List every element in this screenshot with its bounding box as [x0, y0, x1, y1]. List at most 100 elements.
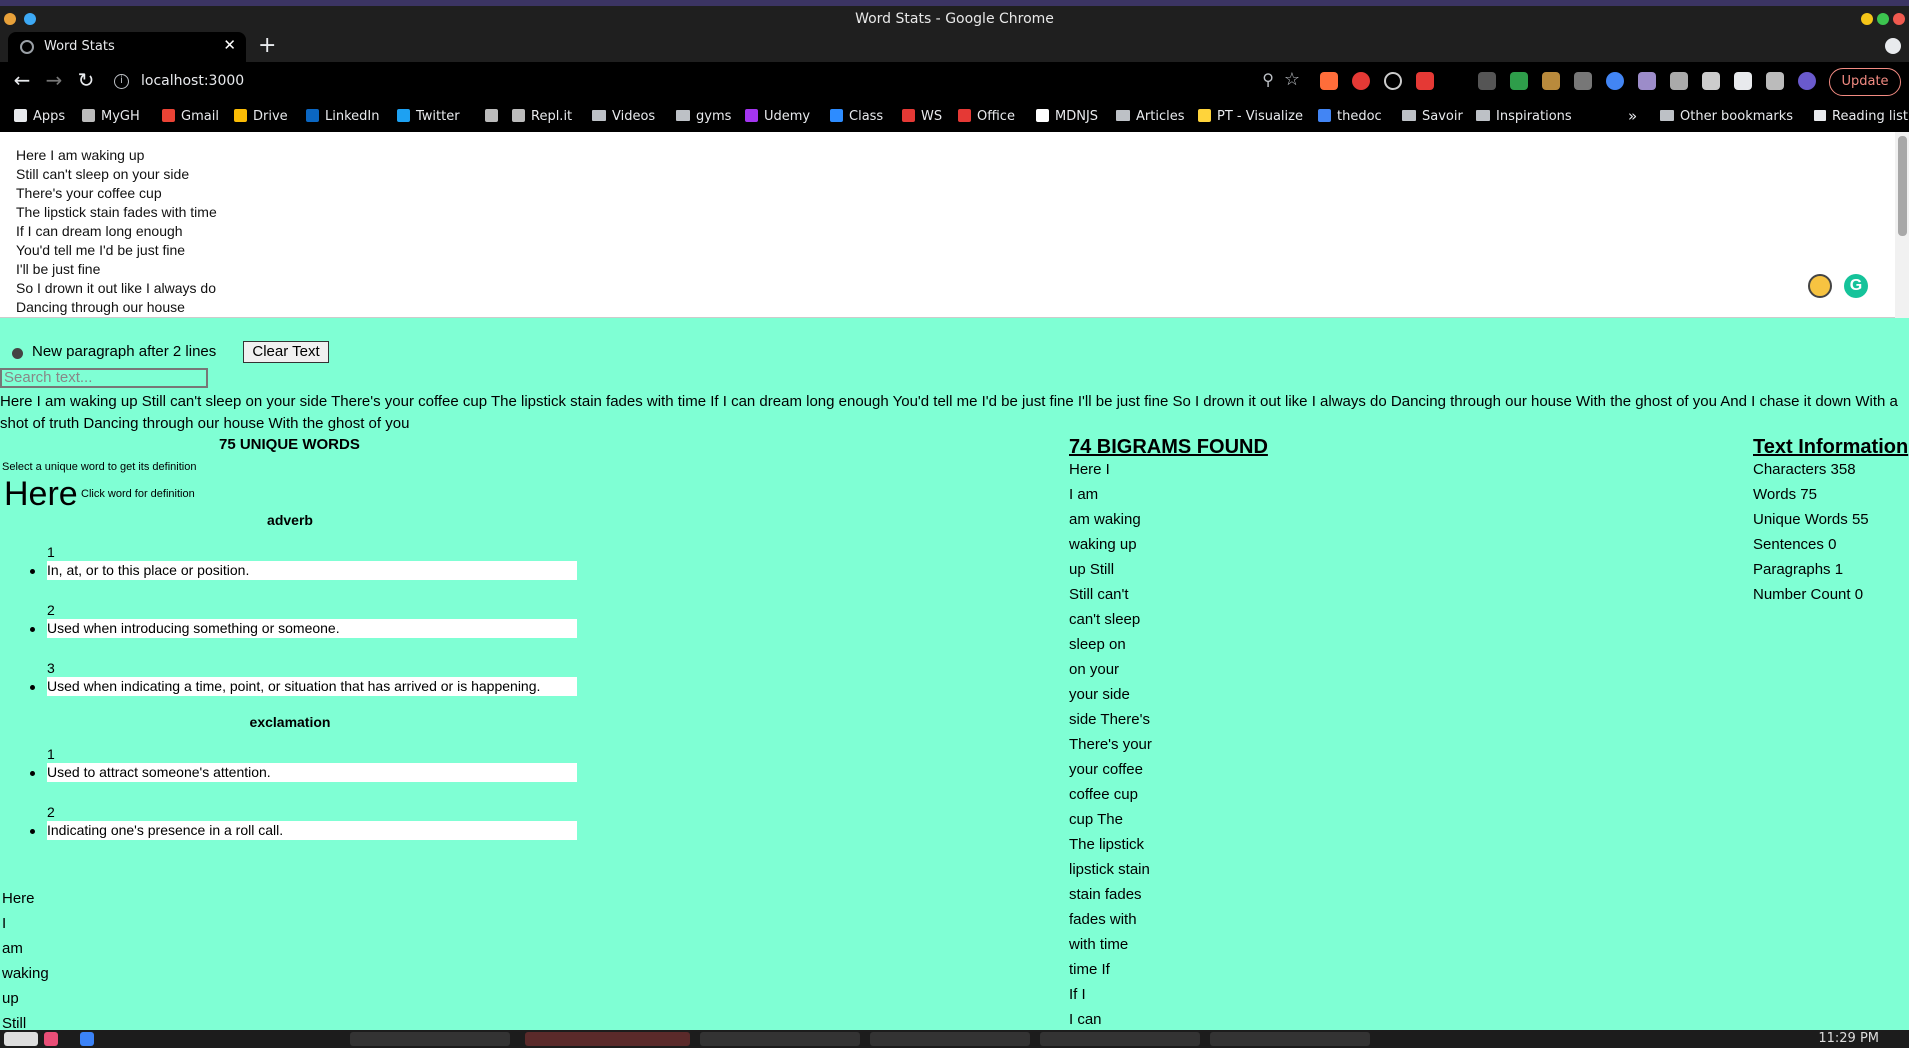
extension-icon[interactable]: [1320, 72, 1338, 90]
bookmark-linkedin[interactable]: LinkedIn: [306, 109, 379, 124]
bookmark-github[interactable]: [485, 109, 504, 124]
reading-list-label: Reading list: [1832, 109, 1908, 124]
grammarly-icon[interactable]: G: [1844, 274, 1868, 298]
bookmark-label: Office: [977, 109, 1015, 124]
start-menu-icon[interactable]: [4, 1032, 38, 1046]
bookmark-apps[interactable]: Apps: [14, 109, 65, 124]
bookmark-label: Apps: [33, 109, 66, 124]
bookmark-office[interactable]: Office: [958, 109, 1015, 124]
bigram-item: sleep on: [1069, 636, 1126, 653]
unique-word[interactable]: Here: [2, 890, 35, 907]
editor-line: So I drown it out like I always do: [16, 280, 216, 296]
search-input[interactable]: Search text...: [0, 368, 208, 388]
taskbar-window-chrome[interactable]: [525, 1032, 690, 1046]
taskbar-window-code[interactable]: [1210, 1032, 1370, 1046]
bookmark-ws[interactable]: WS: [902, 109, 942, 124]
bullet-icon: [30, 771, 35, 776]
update-button[interactable]: Update: [1829, 68, 1901, 96]
bookmarks-overflow-button[interactable]: »: [1628, 107, 1637, 125]
bookmark-class[interactable]: Class: [830, 109, 883, 124]
extension-bug-icon[interactable]: [1542, 72, 1560, 90]
bookmark-twitter[interactable]: Twitter: [397, 109, 460, 124]
gmail-icon: [162, 109, 175, 122]
office-icon: [958, 109, 971, 122]
bigram-item: can't sleep: [1069, 611, 1141, 628]
unique-word[interactable]: am: [2, 940, 23, 957]
taskbar-window-files[interactable]: [870, 1032, 1030, 1046]
unique-word[interactable]: Still: [2, 1015, 26, 1030]
new-tab-button[interactable]: +: [258, 33, 276, 58]
info-value: 0: [1854, 586, 1864, 603]
bookmark-mygh[interactable]: MyGH: [82, 109, 140, 124]
extension-doc-icon[interactable]: [1702, 72, 1720, 90]
linkedin-icon: [306, 109, 319, 122]
forward-button[interactable]: →: [40, 68, 68, 92]
taskbar-window-terminal[interactable]: [350, 1032, 510, 1046]
unique-word[interactable]: up: [2, 990, 19, 1007]
bookmark-label: LinkedIn: [325, 109, 380, 124]
editor-text[interactable]: Here I am waking up Still can't sleep on …: [16, 146, 217, 317]
zoom-icon[interactable]: ⚲: [1262, 70, 1274, 89]
bookmark-savoir[interactable]: Savoir: [1402, 109, 1463, 124]
tab-title: Word Stats: [44, 39, 115, 54]
bookmark-label: Gmail: [181, 109, 219, 124]
extension-avatar-icon[interactable]: [1638, 72, 1656, 90]
definition-number: 2: [47, 602, 55, 618]
taskbar-app-icon[interactable]: [44, 1032, 58, 1046]
profile-avatar-icon[interactable]: [1798, 72, 1816, 90]
extension-q-icon[interactable]: [1606, 72, 1624, 90]
unique-word[interactable]: waking: [2, 965, 49, 982]
bigram-item: side There's: [1069, 711, 1150, 728]
bullet-icon: [30, 829, 35, 834]
editor-line: I'll be just fine: [16, 261, 101, 277]
close-window-button[interactable]: [1893, 13, 1905, 25]
tab-search-icon[interactable]: [1885, 38, 1901, 54]
extensions-puzzle-icon[interactable]: [1734, 72, 1752, 90]
bookmark-thedoc[interactable]: thedoc: [1318, 109, 1382, 124]
adblock-icon[interactable]: [1352, 72, 1370, 90]
maximize-button[interactable]: [1877, 13, 1889, 25]
extension-chat-icon[interactable]: [1670, 72, 1688, 90]
bookmark-label: Twitter: [416, 109, 460, 124]
reload-button[interactable]: ↻: [72, 68, 100, 92]
reading-list[interactable]: Reading list: [1814, 109, 1908, 124]
bookmark-repl-it[interactable]: Repl.it: [512, 109, 572, 124]
bookmark-videos[interactable]: Videos: [592, 109, 655, 124]
extension-pen-icon[interactable]: [1478, 72, 1496, 90]
minimize-button[interactable]: [1861, 13, 1873, 25]
extension-green-icon[interactable]: [1510, 72, 1528, 90]
editor-scroll-thumb[interactable]: [1898, 136, 1907, 236]
bookmark-udemy[interactable]: Udemy: [745, 109, 810, 124]
address-bar[interactable]: i localhost:3000 ⚲ ☆: [108, 67, 1308, 97]
bookmark-mdnjs[interactable]: MDNJS: [1036, 109, 1098, 124]
text-editor[interactable]: Here I am waking up Still can't sleep on …: [0, 132, 1909, 318]
reading-mode-icon[interactable]: [1766, 72, 1784, 90]
taskbar-window-app[interactable]: [700, 1032, 860, 1046]
bookmark-star-icon[interactable]: ☆: [1284, 69, 1300, 90]
extension-c-icon[interactable]: [1574, 72, 1592, 90]
editor-scrollbar[interactable]: [1895, 132, 1909, 318]
bookmark-gmail[interactable]: Gmail: [162, 109, 219, 124]
tab-word-stats[interactable]: Word Stats ✕: [8, 32, 246, 62]
extension-red-icon[interactable]: [1416, 72, 1434, 90]
taskbar-window-app2[interactable]: [1040, 1032, 1200, 1046]
other-bookmarks-label: Other bookmarks: [1680, 109, 1794, 124]
emoji-extension-icon[interactable]: [1808, 274, 1832, 298]
other-bookmarks[interactable]: Other bookmarks: [1660, 109, 1793, 124]
bookmark-gyms[interactable]: gyms: [676, 109, 731, 124]
site-info-icon[interactable]: i: [114, 74, 129, 89]
selected-word[interactable]: Here: [4, 475, 78, 514]
bigram-item: The lipstick: [1069, 836, 1145, 853]
unique-word[interactable]: I: [2, 915, 6, 932]
back-button[interactable]: ←: [8, 68, 36, 92]
bookmark-pt-visualize[interactable]: PT - Visualize: [1198, 109, 1303, 124]
bookmark-drive[interactable]: Drive: [234, 109, 288, 124]
clear-text-button[interactable]: Clear Text: [243, 341, 329, 363]
close-tab-icon[interactable]: ✕: [223, 36, 236, 54]
folder-icon: [1660, 110, 1674, 121]
extension-target-icon[interactable]: [1384, 72, 1402, 90]
bookmark-articles[interactable]: Articles: [1116, 109, 1184, 124]
paragraph-toggle[interactable]: [12, 348, 23, 359]
vscode-icon[interactable]: [80, 1032, 94, 1046]
bookmark-inspirations[interactable]: Inspirations: [1476, 109, 1572, 124]
